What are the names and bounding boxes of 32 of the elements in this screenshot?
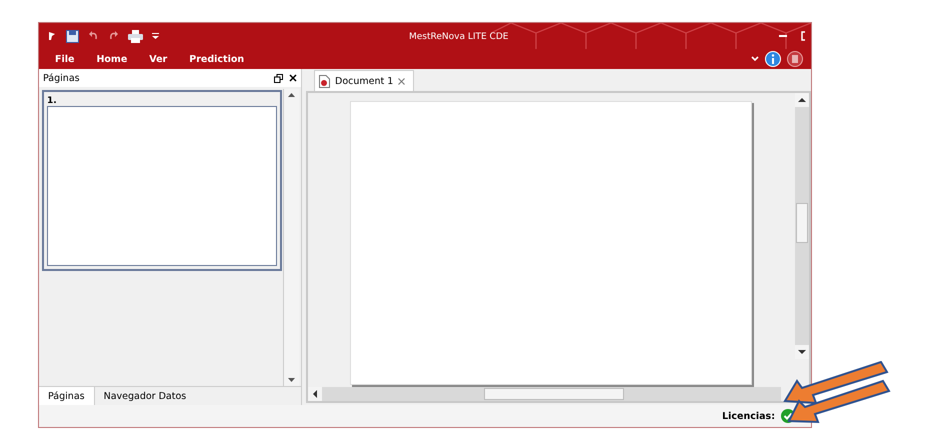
menu-item[interactable]: Ver: [141, 54, 176, 64]
document-tab[interactable]: Document 1: [314, 70, 414, 91]
scrollbar[interactable]: [795, 93, 809, 359]
window-title: MestReNova LITE CDE: [409, 32, 508, 42]
menu-item[interactable]: File: [47, 54, 82, 64]
restore-icon[interactable]: [274, 74, 283, 82]
panel-title: Páginas: [43, 72, 80, 84]
minimize-icon[interactable]: [779, 34, 787, 38]
info-icon[interactable]: [765, 51, 781, 67]
scrollbar[interactable]: [308, 387, 781, 401]
dropdown-icon[interactable]: [152, 32, 159, 40]
status-label: Licencias:: [722, 410, 775, 422]
redo-icon[interactable]: [108, 30, 119, 42]
save-icon[interactable]: [66, 30, 79, 42]
panel-tab[interactable]: Páginas: [39, 387, 95, 405]
page-thumbnail[interactable]: 1.: [42, 90, 282, 271]
scroll-thumb[interactable]: [796, 203, 808, 243]
close-icon[interactable]: [289, 74, 297, 82]
pin-icon[interactable]: [47, 31, 57, 41]
menu-item[interactable]: Prediction: [181, 54, 252, 64]
chevron-icon[interactable]: [751, 56, 759, 62]
document-icon[interactable]: [787, 51, 803, 67]
document-icon: [319, 74, 330, 88]
printer-icon[interactable]: [128, 30, 143, 42]
scrollbar[interactable]: [283, 89, 299, 386]
menu-item[interactable]: Home: [88, 54, 136, 64]
panel-tab[interactable]: Navegador Datos: [94, 387, 196, 405]
page-number: 1.: [47, 96, 58, 106]
scroll-thumb[interactable]: [484, 388, 624, 400]
tab-label: Document 1: [335, 76, 394, 86]
undo-icon[interactable]: [88, 30, 99, 42]
maximize-icon[interactable]: [801, 31, 805, 41]
